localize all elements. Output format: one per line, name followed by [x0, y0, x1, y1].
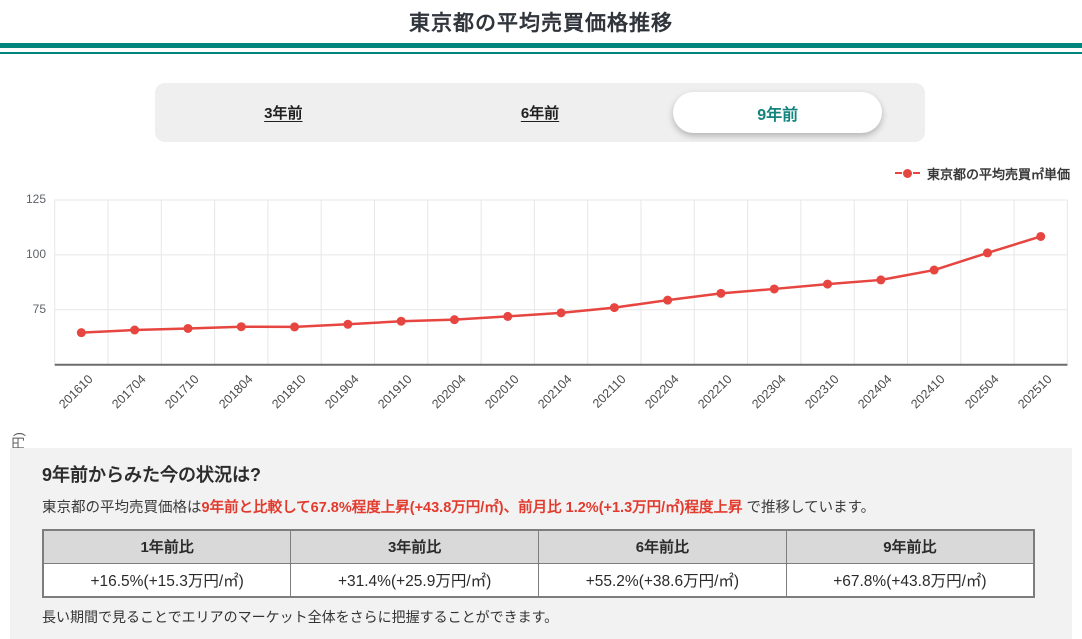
line-series-marker-icon [894, 168, 920, 178]
y-tick-label: 100 [25, 246, 46, 261]
tab-6-years-label: 6年前 [520, 105, 560, 122]
tab-9-years-selected[interactable]: 9年前 [673, 92, 883, 133]
tab-3-years-label: 3年前 [264, 105, 303, 122]
tab-9-years-wrap: 9年前 [668, 83, 925, 142]
col-header-6year: 6年前比 [538, 529, 787, 564]
value-6year: +55.2%(+38.6万円/㎡) [538, 562, 787, 598]
data-point[interactable] [876, 275, 886, 285]
data-point[interactable] [1036, 231, 1046, 241]
data-point[interactable] [556, 308, 566, 318]
data-point[interactable] [929, 265, 939, 275]
data-point[interactable] [716, 288, 726, 298]
y-tick-label: 125 [25, 192, 46, 206]
title-divider [0, 43, 1082, 54]
data-point[interactable] [396, 316, 406, 326]
y-tick-label: 75 [32, 301, 46, 316]
data-point[interactable] [769, 284, 779, 294]
data-point[interactable] [449, 315, 459, 325]
price-line [80, 235, 1042, 334]
col-header-3year: 3年前比 [290, 529, 539, 564]
chart-legend[interactable]: 東京都の平均売買㎡単価 [894, 163, 1070, 183]
data-point[interactable] [76, 328, 86, 338]
data-point[interactable] [130, 325, 140, 335]
price-trend-chart: 1㎡単価(万円) 75100125 2016102017042017102018… [0, 188, 1082, 513]
data-point[interactable] [663, 295, 673, 305]
col-header-9year: 9年前比 [785, 529, 1035, 564]
tab-6-years[interactable]: 6年前 [412, 83, 669, 142]
legend-label: 東京都の平均売買㎡単価 [926, 166, 1070, 182]
value-1year: +16.5%(+15.3万円/㎡) [42, 562, 292, 598]
col-header-1year: 1年前比 [42, 529, 292, 564]
data-point[interactable] [823, 279, 833, 289]
value-9year: +67.8%(+43.8万円/㎡) [785, 562, 1035, 598]
summary-lead: 東京都の平均売買価格は [42, 500, 202, 516]
value-3year: +31.4%(+25.9万円/㎡) [290, 562, 539, 598]
comparison-table-header-row: 1年前比 3年前比 6年前比 9年前比 [42, 529, 1035, 564]
summary-footnote: 長い期間で見ることでエリアのマーケット全体をさらに把握することができます。 [42, 609, 559, 625]
summary-tail: で推移しています。 [742, 500, 876, 516]
page-header: 東京都の平均売買価格推移 [0, 0, 1082, 54]
data-point[interactable] [290, 322, 300, 332]
data-point[interactable] [503, 311, 513, 321]
data-point[interactable] [183, 323, 193, 333]
tab-3-years[interactable]: 3年前 [155, 83, 412, 142]
summary-highlight: 9年前と比較して67.8%程度上昇(+43.8万円/㎡)、前月比 1.2%(+1… [201, 500, 743, 516]
data-point[interactable] [343, 319, 353, 329]
data-point[interactable] [609, 303, 619, 313]
page-title: 東京都の平均売買価格推移 [409, 12, 673, 35]
comparison-table: 1年前比 3年前比 6年前比 9年前比 +16.5%(+15.3万円/㎡) +3… [42, 529, 1035, 598]
gridlines [54, 199, 1068, 365]
data-point[interactable] [982, 248, 992, 258]
summary-panel: 9年前からみた今の状況は? 東京都の平均売買価格は9年前と比較して67.8%程度… [10, 448, 1072, 639]
data-point[interactable] [236, 322, 246, 332]
period-tabbar: 3年前 6年前 9年前 [155, 83, 925, 142]
comparison-table-value-row: +16.5%(+15.3万円/㎡) +31.4%(+25.9万円/㎡) +55.… [42, 562, 1035, 598]
summary-text: 東京都の平均売買価格は9年前と比較して67.8%程度上昇(+43.8万円/㎡)、… [42, 498, 1040, 518]
summary-heading: 9年前からみた今の状況は? [42, 465, 262, 485]
